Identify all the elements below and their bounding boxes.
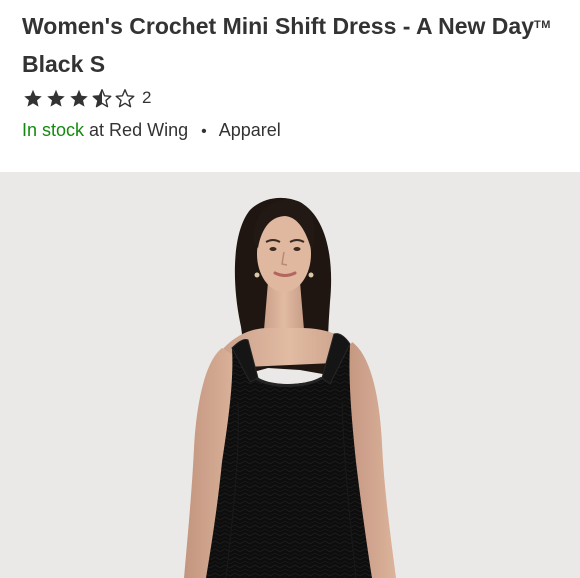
star-outline-icon bbox=[115, 88, 135, 107]
model-photo bbox=[0, 172, 580, 578]
product-title[interactable]: Women's Crochet Mini Shift Dress - A New… bbox=[22, 6, 567, 83]
product-title-text: Women's Crochet Mini Shift Dress - A New… bbox=[22, 13, 534, 39]
star-filled-icon bbox=[70, 89, 88, 107]
stock-status: In stock bbox=[22, 120, 85, 140]
product-title-variant: Black S bbox=[22, 51, 106, 77]
star-filled-icon bbox=[24, 89, 42, 107]
availability-row: In stock at Red Wing • Apparel bbox=[22, 120, 281, 141]
rating-row[interactable]: 2 bbox=[22, 86, 151, 110]
product-header: Women's Crochet Mini Shift Dress - A New… bbox=[0, 0, 580, 172]
store-name[interactable]: at Red Wing bbox=[89, 120, 188, 140]
star-filled-icon bbox=[47, 89, 65, 107]
category-label[interactable]: Apparel bbox=[219, 120, 281, 140]
rating-count[interactable]: 2 bbox=[142, 88, 151, 108]
star-half-icon bbox=[92, 88, 112, 107]
separator-dot: • bbox=[201, 123, 207, 140]
product-image[interactable] bbox=[0, 172, 580, 578]
trademark-symbol: TM bbox=[534, 19, 551, 31]
